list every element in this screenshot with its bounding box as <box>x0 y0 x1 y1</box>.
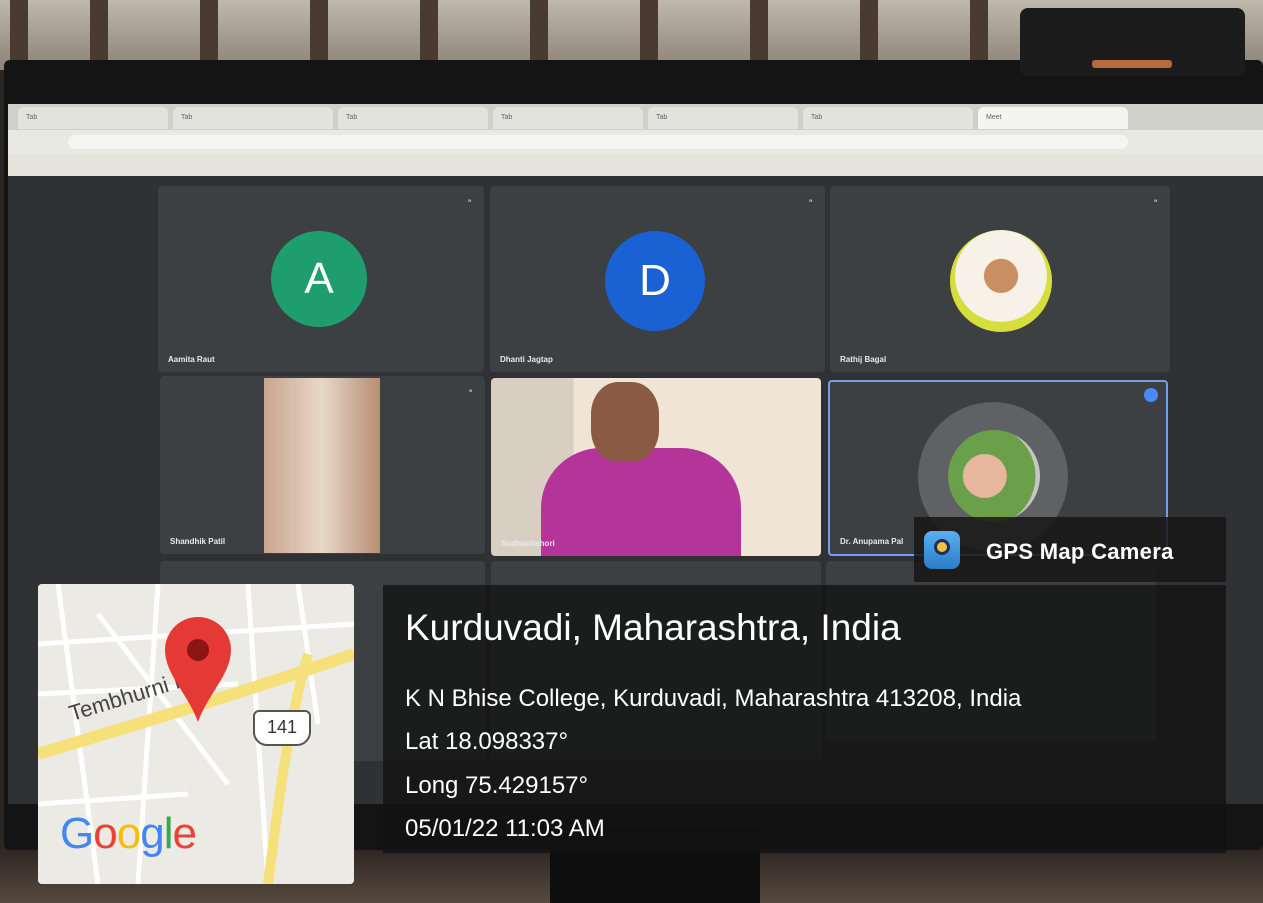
browser-tab[interactable]: Tab <box>493 107 643 129</box>
avatar: A <box>271 231 367 327</box>
gps-map-camera-icon <box>924 531 960 569</box>
browser-tab[interactable]: Tab <box>18 107 168 129</box>
browser-tab[interactable]: Tab <box>803 107 973 129</box>
gps-app-name: GPS Map Camera <box>986 539 1174 564</box>
browser-tab[interactable]: Tab <box>173 107 333 129</box>
participant-name: Aamita Raut <box>168 355 215 364</box>
location-info-panel: Kurduvadi, Maharashtra, India K N Bhise … <box>383 585 1226 853</box>
avatar: D <box>605 231 705 331</box>
participant-name: Dr. Anupama Pal <box>840 537 904 546</box>
video-feed <box>541 448 741 556</box>
participant-name: Rathij Bagal <box>840 355 887 364</box>
participant-tile[interactable]: ⁍ Rathij Bagal <box>830 186 1170 372</box>
participant-tile[interactable]: ⁍ A Aamita Raut <box>158 186 484 372</box>
browser-tab[interactable]: Tab <box>338 107 488 129</box>
participant-name: Dhanti Jagtap <box>500 355 553 364</box>
mic-off-icon: ⁍ <box>808 196 814 206</box>
video-feed <box>264 378 380 553</box>
participant-tile[interactable]: Sudhantishori <box>491 378 821 556</box>
avatar-photo <box>950 230 1052 332</box>
participant-name: Shandhik Patil <box>170 537 226 546</box>
highway-shield: 141 <box>253 710 311 746</box>
location-map: Tembhurni Rd 141 Google <box>38 584 354 884</box>
browser-tab-active[interactable]: Meet <box>978 107 1128 129</box>
location-title: Kurduvadi, Maharashtra, India <box>405 607 901 648</box>
participant-tile[interactable]: ⁍ D Dhanti Jagtap <box>490 186 825 372</box>
video-face <box>591 382 659 462</box>
address-bar <box>8 130 1263 154</box>
map-pin-icon <box>165 617 231 722</box>
mic-off-icon: ⁍ <box>467 196 473 206</box>
longitude: Long 75.429157° <box>405 772 589 799</box>
browser-tab[interactable]: Tab <box>648 107 798 129</box>
url-field[interactable] <box>68 135 1128 149</box>
mic-off-icon: ⁍ <box>468 386 474 396</box>
bookmarks-bar <box>8 154 1263 176</box>
webcam <box>1020 8 1245 76</box>
latitude: Lat 18.098337° <box>405 728 569 755</box>
avatar-photo <box>948 430 1040 522</box>
timestamp: 05/01/22 11:03 AM <box>405 815 605 842</box>
gps-app-badge: GPS Map Camera <box>914 517 1226 582</box>
tab-bar: Tab Tab Tab Tab Tab Tab Meet <box>8 104 1263 130</box>
google-logo: Google <box>60 809 197 858</box>
speaking-icon <box>1144 388 1158 402</box>
participant-name: Sudhantishori <box>501 539 555 548</box>
mic-off-icon: ⁍ <box>1153 196 1159 206</box>
participant-tile[interactable]: ⁍ Shandhik Patil <box>160 376 485 554</box>
location-address: K N Bhise College, Kurduvadi, Maharashtr… <box>405 685 1022 712</box>
